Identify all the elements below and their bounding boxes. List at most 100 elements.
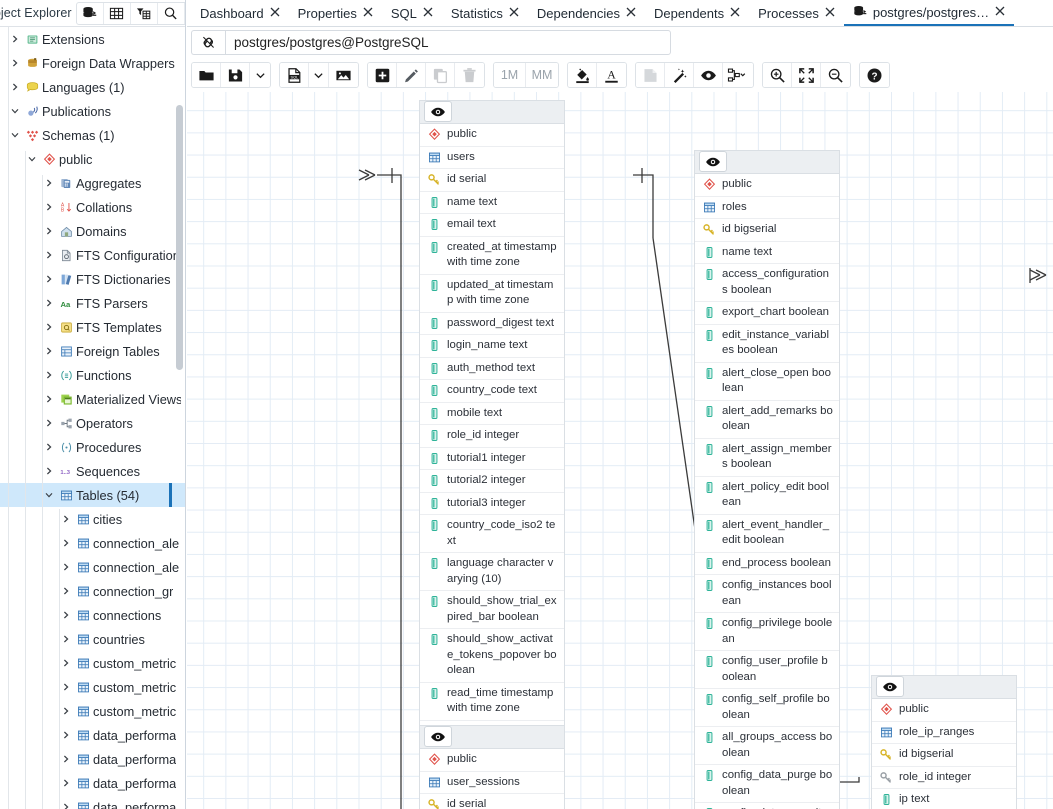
tree-item-data-performa[interactable]: data_performa: [0, 795, 185, 809]
erd-column-row[interactable]: id bigserial: [872, 744, 1016, 767]
erd-column-row[interactable]: all_groups_access boolean: [695, 727, 839, 765]
chevron-right-icon[interactable]: [42, 442, 56, 452]
erd-column-row[interactable]: email text: [420, 214, 564, 237]
chevron-right-icon[interactable]: [42, 346, 56, 356]
delete-table-button[interactable]: [455, 63, 484, 87]
tree-item-languages-1[interactable]: Languages (1): [0, 75, 185, 99]
open-file-button[interactable]: [192, 63, 221, 87]
chevron-down-icon[interactable]: [42, 490, 56, 500]
tree-item-sequences[interactable]: 1..3 Sequences: [0, 459, 185, 483]
erd-column-row[interactable]: id bigserial: [695, 219, 839, 242]
tree-item-extensions[interactable]: Extensions: [0, 27, 185, 51]
tree-item-custom-metric[interactable]: custom_metric: [0, 675, 185, 699]
close-icon[interactable]: [730, 7, 740, 19]
tree-item-collations[interactable]: A B Collations: [0, 195, 185, 219]
erd-column-row[interactable]: created_at timestamp with time zone: [420, 237, 564, 275]
erd-column-row[interactable]: config_data_repository boolean: [695, 803, 839, 809]
chevron-right-icon[interactable]: [59, 514, 73, 524]
tab-dependents[interactable]: Dependents: [645, 0, 749, 26]
tree-item-connections[interactable]: connections: [0, 603, 185, 627]
notation-icon[interactable]: [723, 63, 753, 87]
erd-column-row[interactable]: export_chart boolean: [695, 302, 839, 325]
close-icon[interactable]: [626, 7, 636, 19]
tree-scrollbar[interactable]: [176, 105, 183, 370]
erd-column-row[interactable]: read_time timestamp with time zone: [420, 683, 564, 721]
close-icon[interactable]: [995, 6, 1005, 18]
search-icon[interactable]: [158, 2, 185, 24]
tree-item-aggregates[interactable]: Aggregates: [0, 171, 185, 195]
tab-sql[interactable]: SQL: [382, 0, 442, 26]
tree-item-custom-metric[interactable]: custom_metric: [0, 651, 185, 675]
generate-sql-button[interactable]: SQL: [280, 63, 309, 87]
terminal-icon[interactable]: [185, 3, 186, 24]
tree-item-fts-templates[interactable]: FTS Templates: [0, 315, 185, 339]
erd-column-row[interactable]: config_privilege boolean: [695, 613, 839, 651]
erd-column-row[interactable]: end_process boolean: [695, 553, 839, 575]
chevron-right-icon[interactable]: [59, 754, 73, 764]
chevron-right-icon[interactable]: [42, 274, 56, 284]
tree-item-domains[interactable]: Domains: [0, 219, 185, 243]
tree-item-countries[interactable]: countries: [0, 627, 185, 651]
note-icon[interactable]: [636, 63, 665, 87]
tree-item-fts-parsers[interactable]: Aa FTS Parsers: [0, 291, 185, 315]
erd-column-row[interactable]: should_show_activate_tokens_popover bool…: [420, 629, 564, 683]
erd-column-row[interactable]: id serial: [420, 169, 564, 192]
magic-wand-icon[interactable]: [665, 63, 694, 87]
chevron-right-icon[interactable]: [42, 250, 56, 260]
erd-column-row[interactable]: alert_close_open boolean: [695, 363, 839, 401]
erd-column-row[interactable]: country_code text: [420, 380, 564, 403]
chevron-right-icon[interactable]: [59, 562, 73, 572]
erd-column-row[interactable]: should_show_trial_expired_bar boolean: [420, 591, 564, 629]
erd-column-row[interactable]: config_instances boolean: [695, 575, 839, 613]
chevron-right-icon[interactable]: [8, 34, 22, 44]
erd-column-row[interactable]: tutorial3 integer: [420, 493, 564, 515]
chevron-right-icon[interactable]: [59, 706, 73, 716]
tree-item-connection-gr[interactable]: connection_gr: [0, 579, 185, 603]
tree-item-materialized-views[interactable]: Materialized Views: [0, 387, 185, 411]
erd-column-row[interactable]: tutorial1 integer: [420, 448, 564, 470]
chevron-right-icon[interactable]: [59, 658, 73, 668]
tree-item-fts-configurations[interactable]: FTS Configurations: [0, 243, 185, 267]
tab-dependencies[interactable]: Dependencies: [528, 0, 645, 26]
tab-dashboard[interactable]: Dashboard: [191, 0, 289, 26]
eye-icon[interactable]: [424, 101, 452, 122]
erd-column-row[interactable]: password_digest text: [420, 313, 564, 335]
tree-item-data-performa[interactable]: data_performa: [0, 723, 185, 747]
tree-item-operators[interactable]: Operators: [0, 411, 185, 435]
erd-canvas[interactable]: public users id serial name text email text c…: [187, 92, 1053, 809]
close-icon[interactable]: [509, 7, 519, 19]
table-icon[interactable]: [104, 2, 131, 24]
erd-title-input[interactable]: [225, 30, 671, 55]
chevron-right-icon[interactable]: [42, 370, 56, 380]
chevron-right-icon[interactable]: [42, 298, 56, 308]
chevron-right-icon[interactable]: [59, 730, 73, 740]
tree-item-custom-metric[interactable]: custom_metric: [0, 699, 185, 723]
image-icon[interactable]: [329, 63, 358, 87]
erd-column-row[interactable]: alert_policy_edit boolean: [695, 477, 839, 515]
erd-column-row[interactable]: id serial: [420, 794, 564, 809]
tab-statistics[interactable]: Statistics: [442, 0, 528, 26]
eye-icon[interactable]: [699, 151, 727, 172]
chevron-down-icon[interactable]: [8, 106, 22, 116]
chevron-right-icon[interactable]: [59, 610, 73, 620]
tree-item-foreign-data-wrappers[interactable]: Foreign Data Wrappers: [0, 51, 185, 75]
erd-column-row[interactable]: auth_method text: [420, 358, 564, 380]
close-icon[interactable]: [423, 7, 433, 19]
users-table[interactable]: public users id serial name text email text c…: [419, 100, 565, 743]
erd-column-row[interactable]: config_user_profile boolean: [695, 651, 839, 689]
one-to-many-button[interactable]: 1M: [494, 63, 526, 87]
add-table-button[interactable]: [368, 63, 397, 87]
erd-column-row[interactable]: language character varying (10): [420, 553, 564, 591]
role-ip-ranges-table[interactable]: public role_ip_ranges id bigserial role_id …: [871, 675, 1017, 809]
tree-item-schemas-1[interactable]: Schemas (1): [0, 123, 185, 147]
tree-item-connection-ale[interactable]: connection_ale: [0, 531, 185, 555]
close-icon[interactable]: [270, 7, 280, 19]
object-tree[interactable]: Extensions Foreign Data Wrappers Languages…: [0, 27, 185, 809]
tree-item-data-performa[interactable]: data_performa: [0, 747, 185, 771]
chevron-right-icon[interactable]: [59, 682, 73, 692]
generate-sql-dropdown-button[interactable]: [309, 63, 329, 87]
chevron-right-icon[interactable]: [59, 802, 73, 809]
save-dropdown-button[interactable]: [250, 63, 270, 87]
erd-column-row[interactable]: role_id integer: [420, 425, 564, 448]
erd-column-row[interactable]: ip text: [872, 789, 1016, 809]
